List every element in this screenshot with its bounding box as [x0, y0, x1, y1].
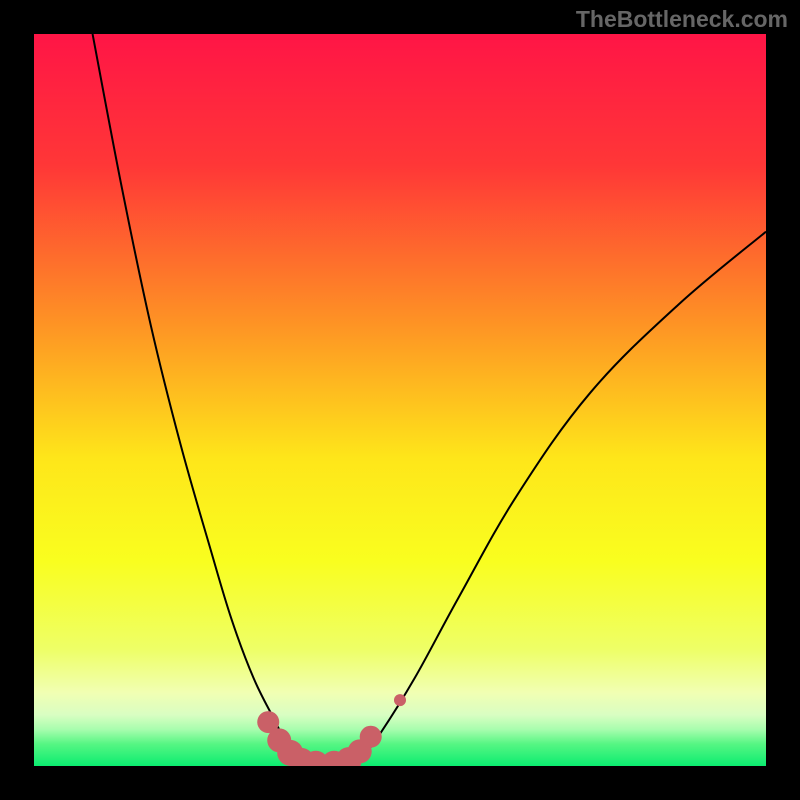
chart-frame — [34, 34, 766, 766]
right-curve — [356, 232, 766, 765]
highlight-marker — [360, 726, 382, 748]
highlight-marker — [394, 694, 406, 706]
watermark-text: TheBottleneck.com — [576, 6, 788, 33]
left-curve — [93, 34, 302, 765]
chart-curves — [34, 34, 766, 766]
